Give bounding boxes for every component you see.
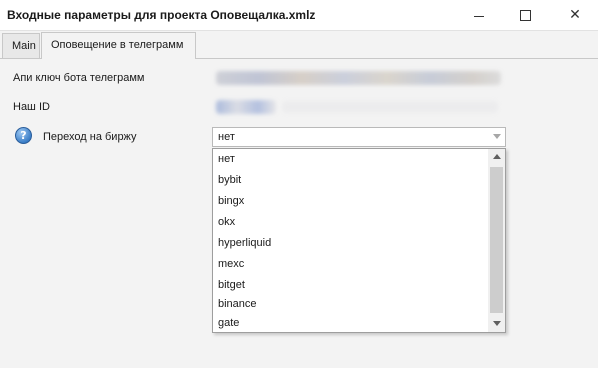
window-title: Входные параметры для проекта Оповещалка… [7, 8, 316, 22]
dropdown-option[interactable]: mexc [213, 254, 487, 274]
dropdown-option[interactable]: bitget [213, 275, 487, 295]
scroll-down-icon[interactable] [493, 321, 501, 326]
maximize-button[interactable] [502, 0, 548, 30]
tab-telegram-notification[interactable]: Оповещение в телеграмм [41, 32, 196, 59]
minimize-icon [474, 15, 484, 17]
exchange-label: Переход на биржу [43, 131, 137, 143]
title-bar: Входные параметры для проекта Оповещалка… [0, 0, 598, 31]
maximize-icon [519, 9, 531, 21]
scroll-up-icon[interactable] [493, 154, 501, 159]
chevron-down-icon[interactable] [493, 134, 501, 139]
bot-key-field[interactable] [212, 68, 506, 88]
dropdown-option[interactable]: gate [213, 313, 487, 333]
tab-main[interactable]: Main [2, 33, 40, 58]
close-icon: ✕ [569, 7, 581, 23]
exchange-dropdown-list: нет bybit bingx okx hyperliquid mexc bit… [212, 148, 506, 333]
dropdown-option[interactable]: bingx [213, 191, 487, 211]
tab-divider-gap [42, 58, 195, 59]
dropdown-option[interactable]: нет [213, 149, 487, 169]
minimize-button[interactable] [456, 0, 502, 30]
dropdown-option[interactable]: bybit [213, 170, 487, 190]
bot-key-label: Апи ключ бота телеграмм [13, 72, 145, 84]
our-id-field[interactable] [212, 97, 506, 117]
help-question-icon[interactable]: ? [15, 127, 32, 144]
close-button[interactable]: ✕ [552, 0, 598, 30]
scrollbar-thumb[interactable] [490, 167, 503, 313]
dropdown-option[interactable]: okx [213, 212, 487, 232]
exchange-select[interactable]: нет [212, 127, 506, 147]
dropdown-option[interactable]: hyperliquid [213, 233, 487, 253]
dropdown-option[interactable]: binance [213, 294, 487, 314]
exchange-select-value: нет [218, 131, 235, 143]
dropdown-scrollbar[interactable] [488, 149, 505, 332]
our-id-label: Наш ID [13, 101, 50, 113]
